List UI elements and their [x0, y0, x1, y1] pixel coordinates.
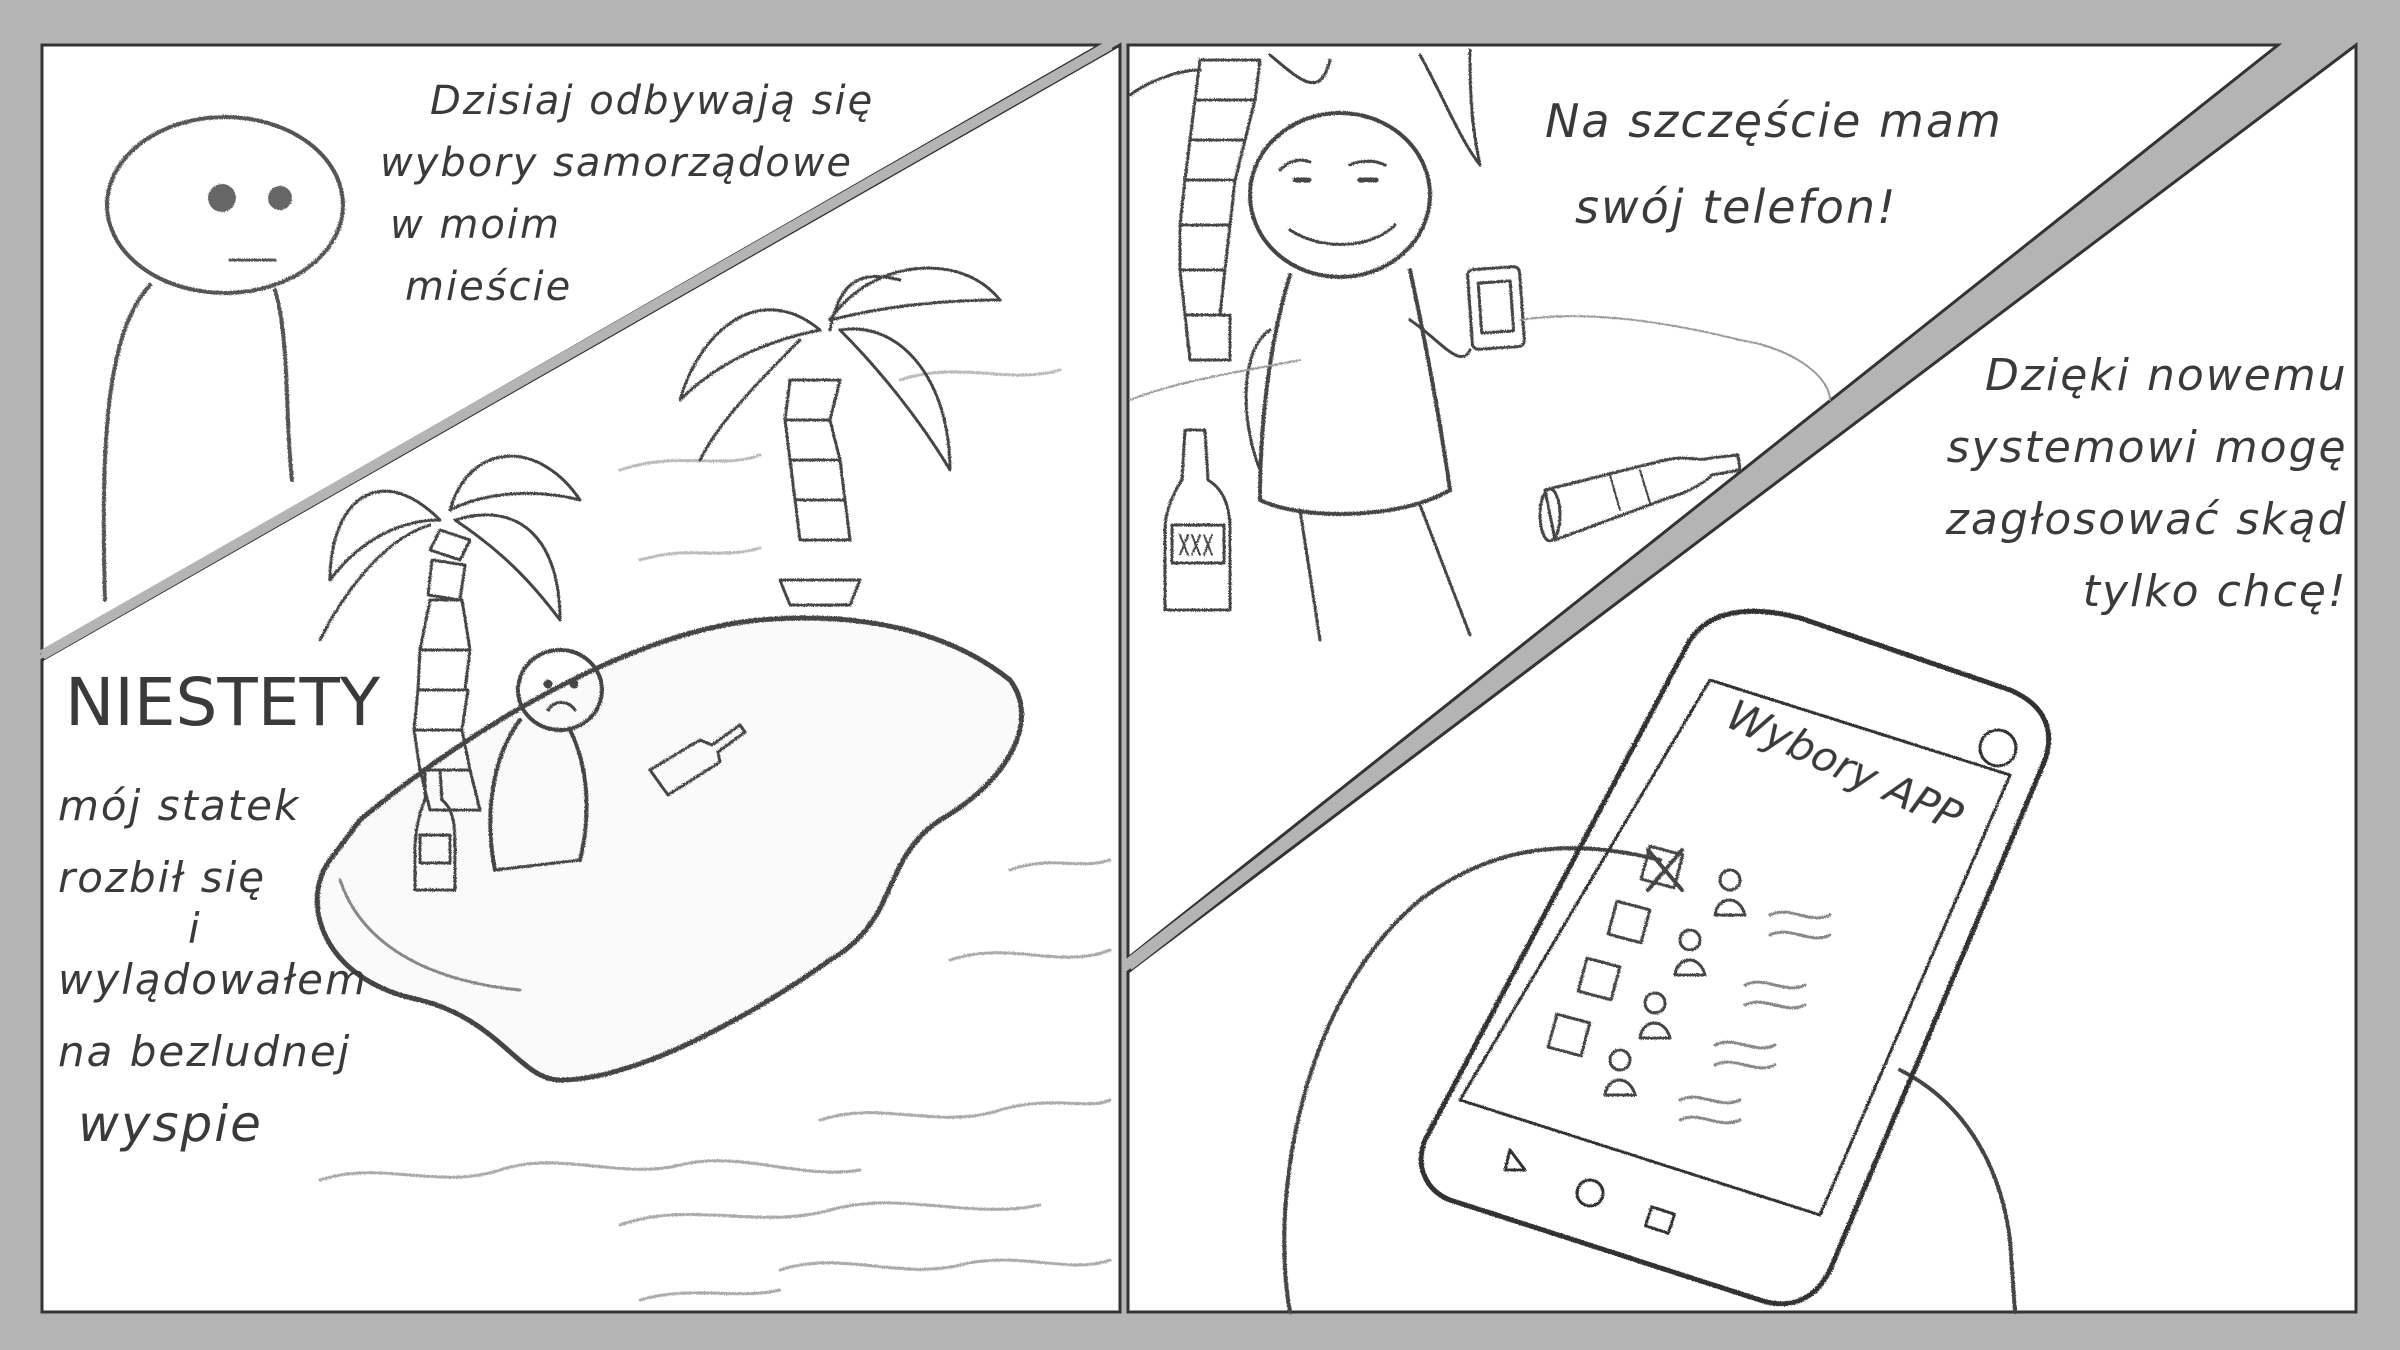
panel-1-caption-line: Dzisiaj odbywają się	[430, 78, 875, 124]
panel-1-caption: Dzisiaj odbywają się wybory samorządowe …	[380, 70, 874, 318]
panel-4-caption-line: tylko chcę!	[2082, 566, 2348, 617]
panel-3-caption: Na szczęście mam swój telefon!	[1545, 78, 2003, 250]
panel-4-caption-line: zagłosować skąd	[1945, 494, 2348, 545]
panel-3-caption-line: Na szczęście mam	[1545, 94, 2003, 148]
panel-1-caption-line: w moim	[390, 202, 561, 248]
comic-strip: Dzisiaj odbywają się wybory samorządowe …	[0, 0, 2400, 1350]
panel-4-caption: Dzięki nowemu systemowi mogę zagłosować …	[1815, 340, 2348, 628]
panel-3-caption-line: swój telefon!	[1575, 180, 1898, 234]
panel-2-caption-line: rozbił się	[58, 853, 267, 902]
panel-2-caption-line: na bezludnej	[58, 1027, 352, 1076]
panel-4-caption-line: systemowi mogę	[1946, 422, 2348, 473]
panel-2-headline: NIESTETY	[65, 664, 381, 741]
panel-1-caption-line: mieście	[405, 264, 573, 310]
panel-2-caption-line: wyspie	[78, 1095, 263, 1153]
panel-2-caption-line: wylądowałem	[58, 955, 368, 1004]
panel-4-caption-line: Dzięki nowemu	[1985, 350, 2348, 401]
panel-2-caption-line: mój statek	[58, 781, 301, 830]
panel-1-caption-line: wybory samorządowe	[380, 140, 854, 186]
panel-2-caption-line: i	[188, 904, 202, 953]
panel-2-caption: mój statek rozbił się i wylądowałem na b…	[58, 770, 368, 1160]
